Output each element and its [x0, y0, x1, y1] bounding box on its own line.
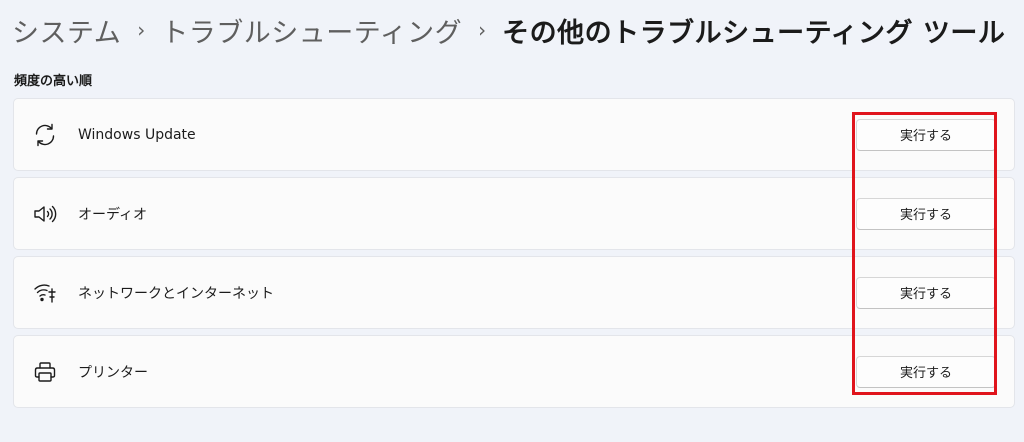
troubleshooter-row-audio: オーディオ 実行する	[13, 177, 1015, 250]
breadcrumb-separator-icon: ›	[478, 18, 487, 42]
troubleshooter-row-network: ネットワークとインターネット 実行する	[13, 256, 1015, 329]
troubleshooter-label: オーディオ	[78, 206, 148, 223]
breadcrumb: システム › トラブルシューティング › その他のトラブルシューティング ツール	[12, 8, 1005, 52]
troubleshooter-list: Windows Update 実行する オーディオ 実行する ネットワークとイン…	[13, 98, 1015, 414]
troubleshooter-label: ネットワークとインターネット	[78, 285, 274, 302]
breadcrumb-troubleshooting[interactable]: トラブルシューティング	[161, 11, 462, 50]
run-button-windows-update[interactable]: 実行する	[856, 118, 996, 151]
speaker-icon	[32, 201, 58, 227]
sync-icon	[32, 122, 58, 148]
troubleshooter-label: プリンター	[78, 364, 148, 381]
run-button-printer[interactable]: 実行する	[856, 355, 996, 388]
troubleshooter-label: Windows Update	[78, 126, 196, 143]
run-button-network[interactable]: 実行する	[856, 276, 996, 309]
breadcrumb-system[interactable]: システム	[12, 11, 121, 50]
printer-icon	[32, 359, 58, 385]
page-title: その他のトラブルシューティング ツール	[502, 17, 1006, 49]
run-button-audio[interactable]: 実行する	[856, 197, 996, 230]
troubleshooter-row-windows-update: Windows Update 実行する	[13, 98, 1015, 171]
breadcrumb-separator-icon: ›	[137, 18, 146, 42]
network-icon	[32, 280, 58, 306]
section-title: 頻度の高い順	[14, 74, 93, 89]
troubleshooter-row-printer: プリンター 実行する	[13, 335, 1015, 408]
